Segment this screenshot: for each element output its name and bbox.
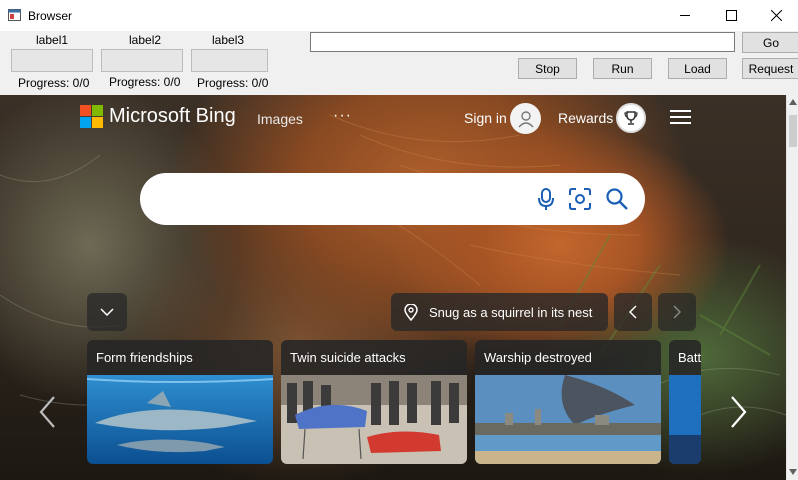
news-card[interactable]: Batt [669,340,701,464]
window-title: Browser [28,9,73,23]
visual-search-icon[interactable] [567,186,593,212]
nav-images-link[interactable]: Images [257,111,303,127]
scrollbar-thumb[interactable] [789,115,797,147]
scroll-up-arrow-icon[interactable] [789,99,797,105]
vertical-scrollbar[interactable] [786,95,798,480]
search-icon[interactable] [604,186,630,212]
news-card-image [281,375,467,464]
avatar[interactable] [510,103,541,134]
news-card-image [87,375,273,464]
close-button[interactable] [753,0,798,31]
maximize-icon [725,10,737,21]
progress-bar-2 [101,49,183,72]
news-card-image [669,375,701,464]
user-icon [517,110,534,127]
location-pin-icon [404,303,418,321]
image-caption[interactable]: Snug as a squirrel in its nest [391,293,608,331]
news-card[interactable]: Twin suicide attacks [281,340,467,464]
window-titlebar: Browser [0,0,798,31]
chevron-left-icon [629,305,637,319]
label-2: label2 [129,33,162,47]
carousel-left-arrow-icon[interactable] [38,395,58,429]
app-window-icon [8,9,21,21]
request-button[interactable]: Request [742,58,798,79]
hamburger-menu-icon[interactable] [670,109,692,126]
image-caption-text: Snug as a squirrel in its nest [429,304,593,320]
progress-text-2: Progress: 0/0 [109,75,181,89]
progress-text-3: Progress: 0/0 [197,76,269,90]
label-3: label3 [212,33,245,47]
progress-bar-3 [191,49,268,72]
chevron-down-icon [100,308,114,316]
go-button[interactable]: Go [742,32,798,53]
url-input[interactable] [310,32,735,52]
label-1: label1 [36,33,69,47]
rewards-trophy-button[interactable] [616,103,646,133]
progress-bar-1 [11,49,93,72]
rewards-link[interactable]: Rewards [558,110,613,126]
load-button[interactable]: Load [668,58,727,79]
stop-button[interactable]: Stop [518,58,577,79]
control-panel: label1 label2 label3 Progress: 0/0 Progr… [0,31,798,95]
previous-image-button[interactable] [614,293,652,331]
news-card-title: Form friendships [96,350,193,365]
news-card-title: Warship destroyed [484,350,592,365]
search-input[interactable] [164,185,524,213]
search-box [140,173,645,225]
trophy-icon [624,111,638,125]
web-view[interactable]: Microsoft Bing Images ··· Sign in Reward… [0,95,786,480]
next-image-button[interactable] [658,293,696,331]
minimize-button[interactable] [662,0,708,31]
run-button[interactable]: Run [593,58,652,79]
news-card-title: Batt [678,350,701,365]
maximize-button[interactable] [708,0,754,31]
microphone-icon[interactable] [533,186,559,212]
news-card[interactable]: Warship destroyed [475,340,661,464]
news-card[interactable]: Form friendships [87,340,273,464]
news-card-title: Twin suicide attacks [290,350,406,365]
minimize-icon [679,15,690,16]
news-card-image [475,375,661,464]
close-icon [770,10,782,21]
collapse-feed-button[interactable] [87,293,127,331]
carousel-right-arrow-icon[interactable] [728,395,748,429]
nav-more-icon[interactable]: ··· [333,107,352,125]
progress-text-1: Progress: 0/0 [18,76,90,90]
bing-brand[interactable]: Microsoft Bing [109,105,236,128]
chevron-right-icon [673,305,681,319]
microsoft-logo-icon [80,105,103,128]
sign-in-link[interactable]: Sign in [464,110,507,126]
scroll-down-arrow-icon[interactable] [789,469,797,475]
